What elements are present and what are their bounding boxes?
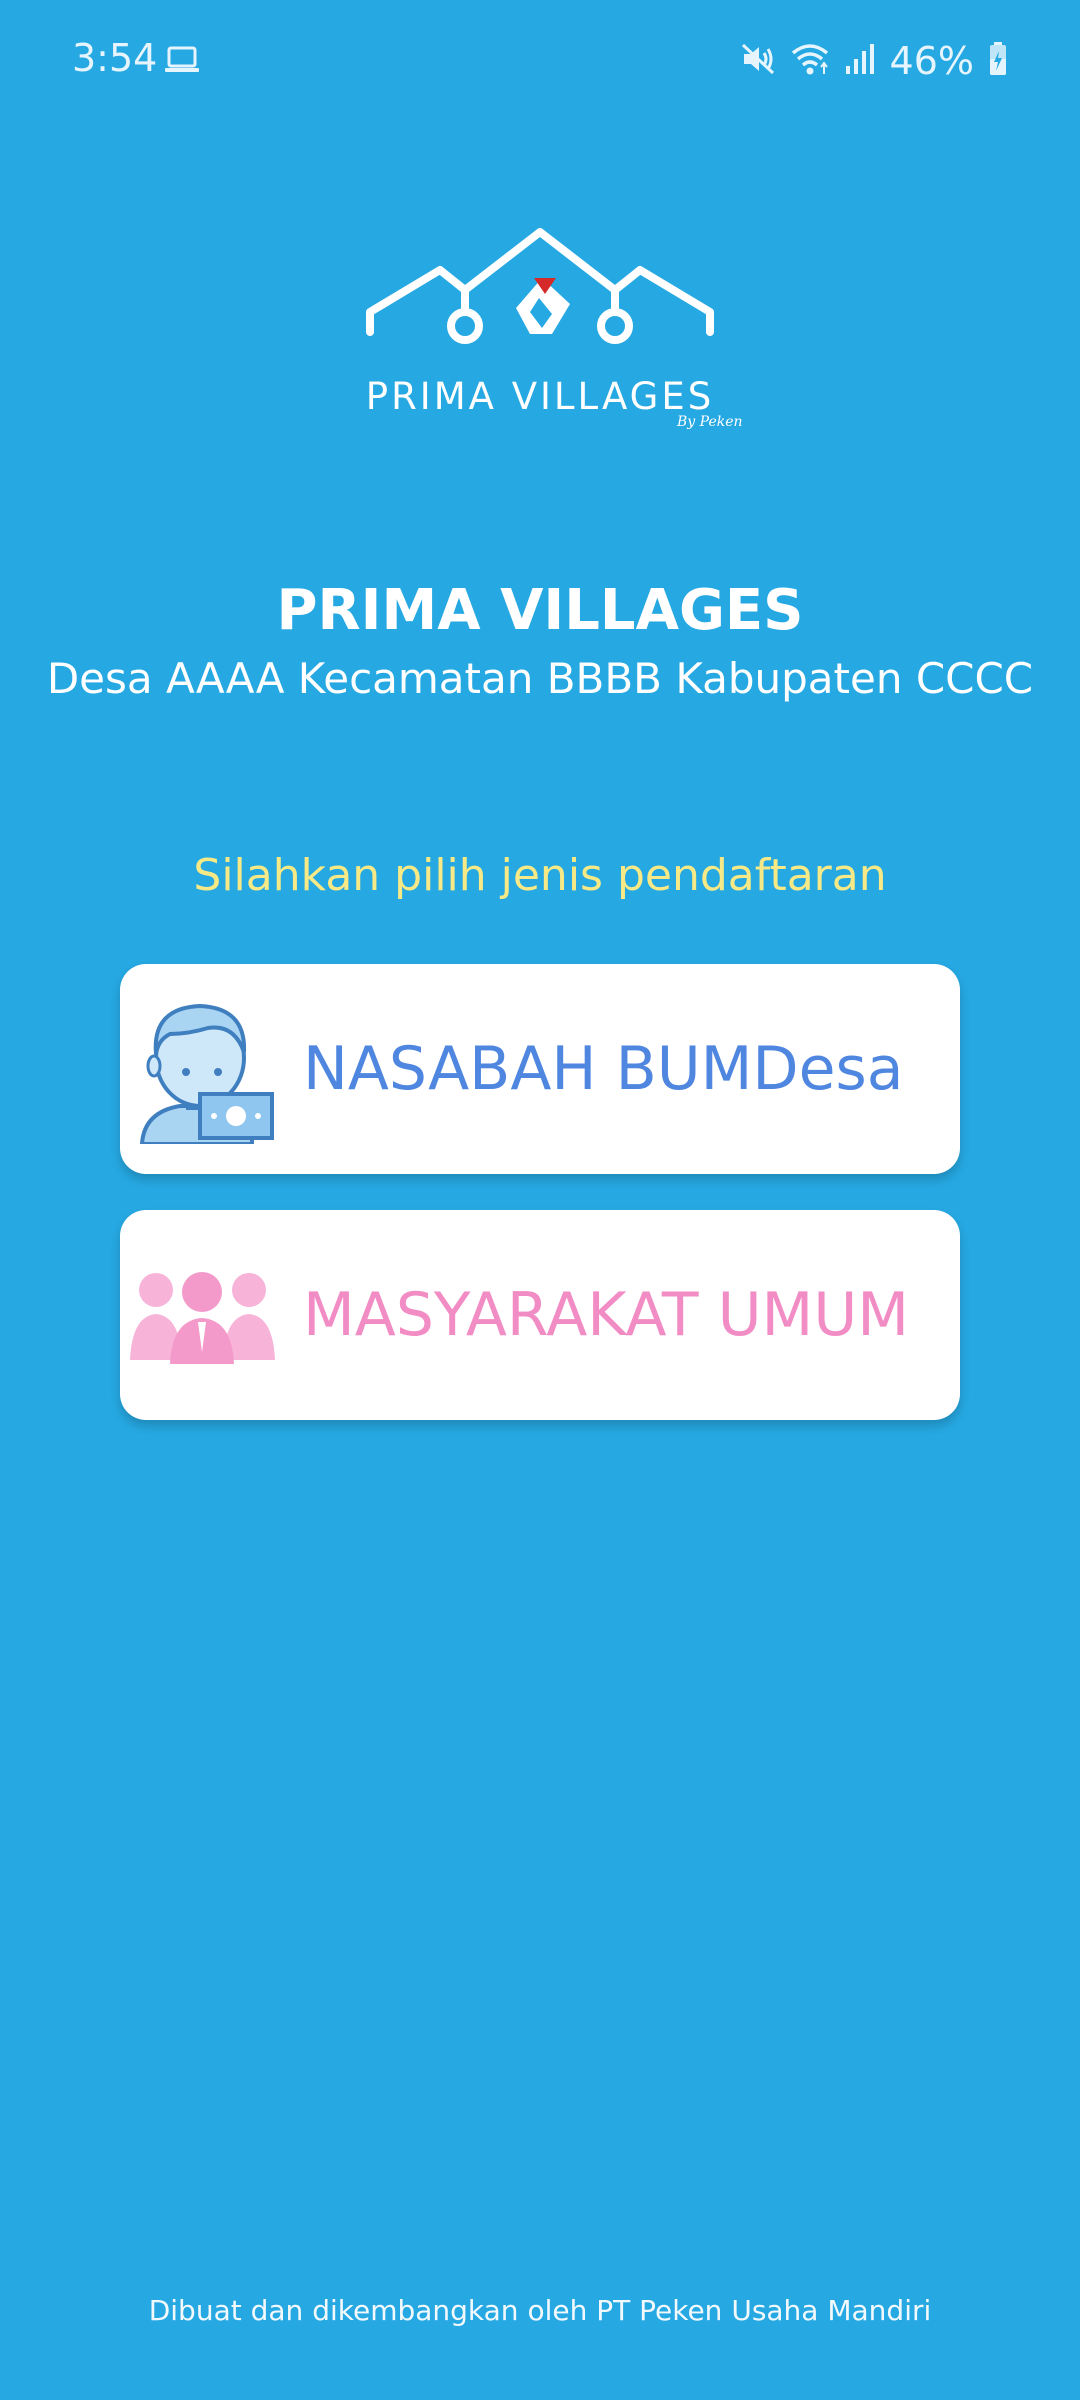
logo-wordmark: PRIMA VILLAGES [365, 375, 715, 418]
prima-villages-logo: PRIMA VILLAGES By Peken [330, 222, 750, 442]
masyarakat-umum-button[interactable]: MASYARAKAT UMUM [120, 1210, 960, 1420]
registration-prompt: Silahkan pilih jenis pendaftaran [193, 850, 887, 901]
nasabah-bumdesa-label: NASABAH BUMDesa [303, 1034, 904, 1104]
battery-percent: 46% [889, 39, 974, 83]
registration-screen: 3:54 46% PRIMA VILLAGES By Peken PRIMA V… [0, 0, 1080, 2400]
customer-money-icon [130, 994, 275, 1146]
status-time: 3:54 [72, 36, 158, 80]
status-bar: 3:54 46% [0, 0, 1080, 120]
logo-byline: By Peken [677, 414, 743, 430]
nasabah-bumdesa-button[interactable]: NASABAH BUMDesa [120, 964, 960, 1174]
app-title: PRIMA VILLAGES [276, 578, 804, 643]
battery-icon [988, 41, 1008, 81]
people-group-icon [130, 1240, 275, 1390]
masyarakat-umum-label: MASYARAKAT UMUM [303, 1280, 910, 1350]
footer-credit: Dibuat dan dikembangkan oleh PT Peken Us… [148, 2294, 932, 2327]
mute-icon [740, 41, 776, 81]
app-subtitle: Desa AAAA Kecamatan BBBB Kabupaten CCCC [46, 654, 1034, 703]
wifi-icon [790, 41, 830, 81]
status-icons: 46% [740, 36, 1008, 86]
laptop-icon [164, 46, 200, 78]
roof-logo-icon [366, 228, 714, 344]
signal-icon [844, 42, 876, 80]
